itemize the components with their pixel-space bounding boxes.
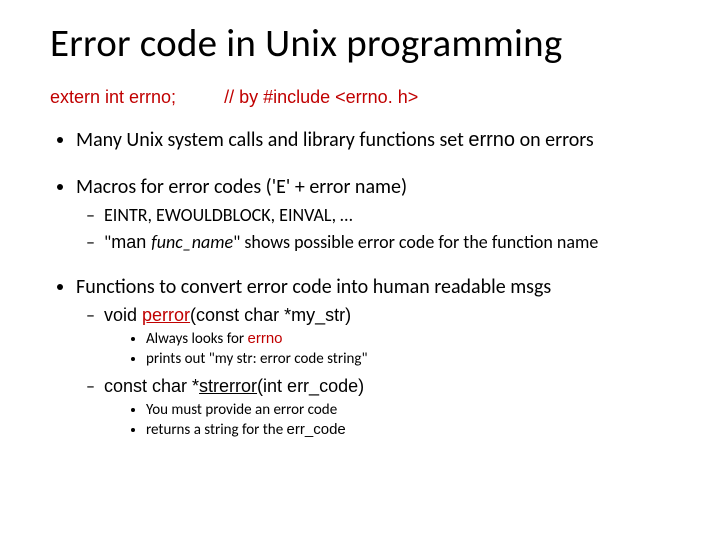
bullet-2-sublist: EINTR, EWOULDBLOCK, EINVAL, … "man func_…	[76, 204, 680, 253]
bullet-1-code: errno	[468, 129, 515, 151]
b3s2-strerror: strerror	[199, 376, 257, 396]
b3s2-a: You must provide an error code	[146, 401, 680, 420]
b2s2-rest: " shows possible error code for the func…	[233, 231, 598, 253]
b3s1-void: void	[104, 305, 142, 325]
bullet-2-text: Macros for error codes ('E' + error name…	[76, 175, 407, 199]
b3s1-a-pre: Always looks for	[146, 330, 247, 348]
decl-right: // by #include <errno. h>	[224, 87, 418, 107]
bullet-list: Many Unix system calls and library funct…	[50, 128, 680, 440]
bullet-3-text: Functions to convert error code into hum…	[76, 275, 551, 299]
bullet-3-sub-1-list: Always looks for errno prints out "my st…	[104, 330, 680, 370]
bullet-2-sub-2: "man func_name" shows possible error cod…	[104, 231, 680, 254]
bullet-3-sub-2-list: You must provide an error code returns a…	[104, 401, 680, 441]
b3s2-args: (int err_code)	[257, 376, 364, 396]
bullet-3-sublist: void perror(const char *my_str) Always l…	[76, 304, 680, 440]
b2s2-man: man	[111, 232, 151, 252]
bullet-2: Macros for error codes ('E' + error name…	[76, 175, 680, 253]
b3s1-a: Always looks for errno	[146, 330, 680, 349]
bullet-2-sub-1: EINTR, EWOULDBLOCK, EINVAL, …	[104, 204, 680, 227]
bullet-3: Functions to convert error code into hum…	[76, 275, 680, 440]
decl-left: extern int errno;	[50, 87, 176, 107]
bullet-1-post: on errors	[515, 128, 594, 152]
b3s2-b: returns a string for the err_code	[146, 421, 680, 440]
b3s2-b-code: err_code	[287, 421, 346, 438]
b3s2-b-pre: returns a string for the	[146, 421, 287, 439]
b3s2-const: const char *	[104, 376, 199, 396]
b3s1-args: (const char *my_str)	[190, 305, 351, 325]
bullet-1: Many Unix system calls and library funct…	[76, 128, 680, 153]
bullet-3-sub-2: const char *strerror(int err_code) You m…	[104, 375, 680, 440]
bullet-3-sub-1: void perror(const char *my_str) Always l…	[104, 304, 680, 369]
errno-declaration: extern int errno; // by #include <errno.…	[50, 87, 680, 108]
slide: Error code in Unix programming extern in…	[0, 0, 720, 482]
b3s1-b: prints out "my str: error code string"	[146, 350, 680, 369]
b2s2-func: func_name	[151, 231, 233, 253]
bullet-1-pre: Many Unix system calls and library funct…	[76, 128, 468, 152]
b3s1-a-errno: errno	[247, 330, 282, 347]
b3s1-perror: perror	[142, 305, 190, 325]
slide-title: Error code in Unix programming	[50, 20, 680, 67]
